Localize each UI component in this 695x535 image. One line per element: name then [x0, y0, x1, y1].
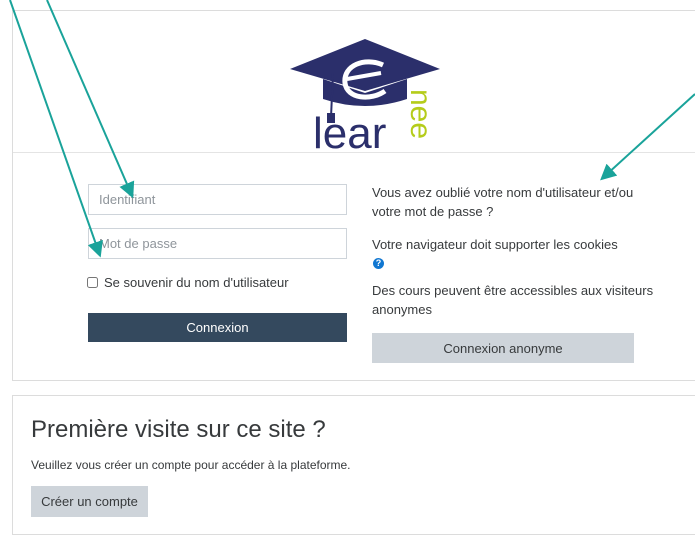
mortarboard-icon	[290, 39, 440, 91]
guest-login-button[interactable]: Connexion anonyme	[372, 333, 634, 363]
cookies-notice: Votre navigateur doit supporter les cook…	[372, 237, 618, 252]
signup-title: Première visite sur ce site ?	[31, 416, 326, 443]
signup-card: Première visite sur ce site ? Veuillez v…	[12, 395, 695, 535]
password-input[interactable]	[88, 228, 347, 259]
remember-username-row[interactable]: Se souvenir du nom d'utilisateur	[87, 275, 289, 290]
card-divider	[13, 152, 695, 153]
login-button[interactable]: Connexion	[88, 313, 347, 342]
guest-access-notice: Des cours peuvent être accessibles aux v…	[372, 283, 654, 317]
help-icon[interactable]: ?	[373, 258, 384, 269]
logo-swirl-word: nee	[404, 89, 437, 139]
logo-word: lear	[313, 109, 386, 151]
signup-description: Veuillez vous créer un compte pour accéd…	[31, 458, 351, 472]
forgot-password-link[interactable]: Vous avez oublié votre nom d'utilisateur…	[372, 183, 662, 221]
remember-username-label: Se souvenir du nom d'utilisateur	[104, 275, 289, 290]
learnee-logo: lear nee	[290, 39, 440, 151]
create-account-button[interactable]: Créer un compte	[31, 486, 148, 517]
username-input[interactable]	[88, 184, 347, 215]
login-card: lear nee Se souvenir du nom d'utilisateu…	[12, 10, 695, 381]
remember-username-checkbox[interactable]	[87, 277, 98, 288]
